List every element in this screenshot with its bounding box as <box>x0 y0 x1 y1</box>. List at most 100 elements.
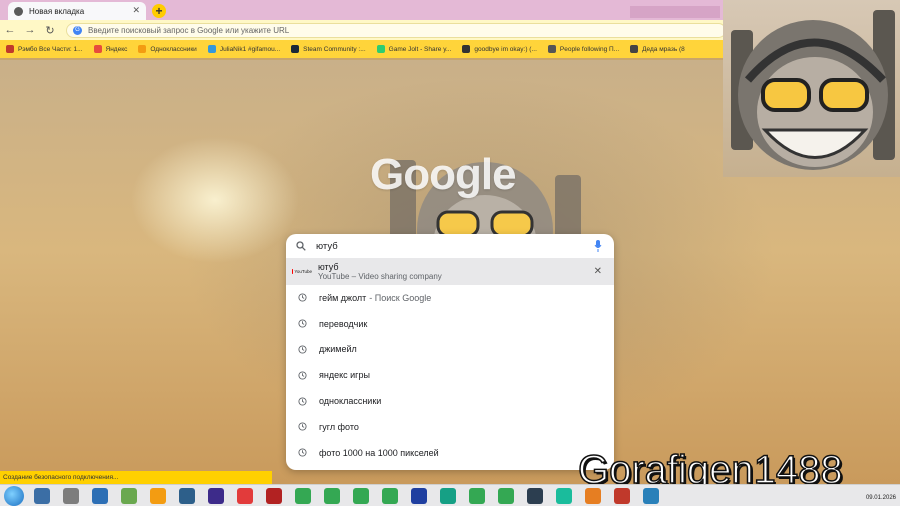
taskbar-app-icon[interactable] <box>121 487 137 504</box>
bookmark-item[interactable]: People following П... <box>547 45 620 53</box>
microphone-icon[interactable] <box>594 240 602 252</box>
search-query: ютуб <box>316 240 338 252</box>
suggestion-item[interactable]: одноклассники <box>286 388 614 414</box>
bookmark-label: Деда мразь (8 <box>642 45 685 53</box>
chrome-icon <box>14 6 23 16</box>
history-clock-icon <box>298 371 307 380</box>
taskbar-app-icon[interactable] <box>411 487 427 504</box>
suggestion-title: ютуб <box>318 262 339 272</box>
suggestion-text: яндекс игры <box>319 370 370 381</box>
bookmark-label: JuliaNik1 #gifamou... <box>219 45 281 53</box>
taskbar-app-icon[interactable] <box>34 487 50 504</box>
youtube-icon: YouTube <box>292 268 312 276</box>
robot-avatar-image <box>731 10 895 170</box>
suggestion-item[interactable]: яндекс игры <box>286 362 614 388</box>
window-controls-area <box>630 6 720 18</box>
taskbar-app-icon[interactable] <box>266 487 282 504</box>
remove-suggestion-icon[interactable]: ✕ <box>594 266 602 277</box>
suggestion-item[interactable]: фото 1000 на 1000 пикселей <box>286 440 614 466</box>
taskbar-app-icon[interactable] <box>556 487 572 504</box>
bookmark-item[interactable]: Одноклассники <box>138 45 197 53</box>
bookmark-favicon-icon <box>93 45 102 53</box>
close-tab-icon[interactable]: ✕ <box>132 5 140 16</box>
taskbar-app-icon[interactable] <box>150 487 166 504</box>
suggestion-list: гейм джолт - Поиск Google переводчик джимей… <box>286 285 614 466</box>
bookmark-favicon-icon <box>291 45 300 53</box>
start-button[interactable] <box>4 485 24 506</box>
tab-new-tab[interactable]: Новая вкладка ✕ <box>8 2 146 20</box>
suggestion-youtube[interactable]: YouTube ютуб YouTube – Video sharing com… <box>286 258 614 285</box>
history-clock-icon <box>298 397 307 406</box>
bookmark-item[interactable]: Яндекс <box>93 45 128 53</box>
bookmark-favicon-icon <box>207 45 216 53</box>
bookmark-label: People following П... <box>559 45 620 53</box>
tab-title: Новая вкладка <box>29 6 85 16</box>
taskbar-app-icon[interactable] <box>585 487 601 504</box>
forward-arrow-icon[interactable]: → <box>20 24 40 36</box>
taskbar-app-icon[interactable] <box>295 487 311 504</box>
youtube-logo-text: YouTube <box>294 269 312 274</box>
address-placeholder: Введите поисковый запрос в Google или ук… <box>88 25 290 35</box>
suggestion-text: гугл фото <box>319 421 359 432</box>
bookmark-item[interactable]: Рэмбо Все Части: 1... <box>6 45 83 53</box>
suggestion-text: гейм джолт <box>319 292 367 303</box>
taskbar-app-icon[interactable] <box>92 487 108 504</box>
taskbar-app-icon[interactable] <box>63 487 79 504</box>
bookmark-favicon-icon <box>462 45 471 53</box>
taskbar-app-icon[interactable] <box>643 487 659 504</box>
suggestion-item[interactable]: гейм джолт - Поиск Google <box>286 285 614 311</box>
bookmark-item[interactable]: goodbye im okay:) (... <box>462 45 537 53</box>
bookmark-label: goodbye im okay:) (... <box>474 45 537 53</box>
taskbar-app-icon[interactable] <box>527 487 543 504</box>
taskbar-app-icon[interactable] <box>208 487 224 504</box>
taskbar-app-icon[interactable] <box>324 487 340 504</box>
history-clock-icon <box>298 319 307 328</box>
taskbar-app-icon[interactable] <box>469 487 485 504</box>
status-bubble: Создание безопасного подключения... <box>0 471 272 484</box>
bookmark-favicon-icon <box>138 45 147 53</box>
history-clock-icon <box>298 345 307 354</box>
bookmark-item[interactable]: JuliaNik1 #gifamou... <box>207 45 281 53</box>
taskbar-app-icon[interactable] <box>498 487 514 504</box>
bookmark-label: Одноклассники <box>150 45 197 53</box>
taskbar: 09.01.2026 <box>0 484 900 506</box>
new-tab-button[interactable]: + <box>152 4 166 18</box>
suggestion-item[interactable]: переводчик <box>286 311 614 337</box>
suggestion-item[interactable]: джимейл <box>286 337 614 363</box>
taskbar-app-icon[interactable] <box>614 487 630 504</box>
search-icon <box>296 241 306 251</box>
taskbar-app-icon[interactable] <box>440 487 456 504</box>
bookmark-favicon-icon <box>6 45 14 53</box>
bookmark-label: Game Jolt - Share y... <box>388 45 452 53</box>
history-clock-icon <box>298 448 307 457</box>
taskbar-app-icon[interactable] <box>179 487 195 504</box>
suggestion-item[interactable]: гугл фото <box>286 414 614 440</box>
address-bar[interactable]: G Введите поисковый запрос в Google или … <box>66 22 726 38</box>
taskbar-app-icon[interactable] <box>382 487 398 504</box>
bookmark-label: Яндекс <box>105 45 128 53</box>
bookmark-favicon-icon <box>630 45 639 53</box>
bookmark-label: Рэмбо Все Части: 1... <box>18 45 83 53</box>
bookmark-item[interactable]: Game Jolt - Share y... <box>376 45 452 53</box>
suggestion-text: джимейл <box>319 344 357 355</box>
taskbar-app-icon[interactable] <box>353 487 369 504</box>
history-clock-icon <box>298 422 307 431</box>
search-dropdown: ютуб YouTube ютуб YouTube – Video sharin… <box>286 234 614 470</box>
bookmark-item[interactable]: Steam Community :... <box>291 45 366 53</box>
back-arrow-icon[interactable]: ← <box>0 24 20 36</box>
suggestion-text: фото 1000 на 1000 пикселей <box>319 447 439 458</box>
taskbar-app-icon[interactable] <box>237 487 253 504</box>
history-clock-icon <box>298 293 307 302</box>
taskbar-date: 09.01.2026 <box>865 495 896 501</box>
reload-icon[interactable]: ↻ <box>40 24 60 37</box>
suggestion-text: одноклассники <box>319 396 382 407</box>
webcam-overlay <box>723 0 900 177</box>
google-logo: Google <box>370 150 517 199</box>
bookmark-item[interactable]: Деда мразь (8 <box>630 45 685 53</box>
bookmark-favicon-icon <box>376 45 385 53</box>
suggestion-text: переводчик <box>319 318 368 329</box>
bookmark-favicon-icon <box>547 45 556 53</box>
search-input[interactable]: ютуб <box>286 234 614 258</box>
suggestion-subtitle: YouTube – Video sharing company <box>318 272 442 281</box>
bookmark-label: Steam Community :... <box>303 45 366 53</box>
